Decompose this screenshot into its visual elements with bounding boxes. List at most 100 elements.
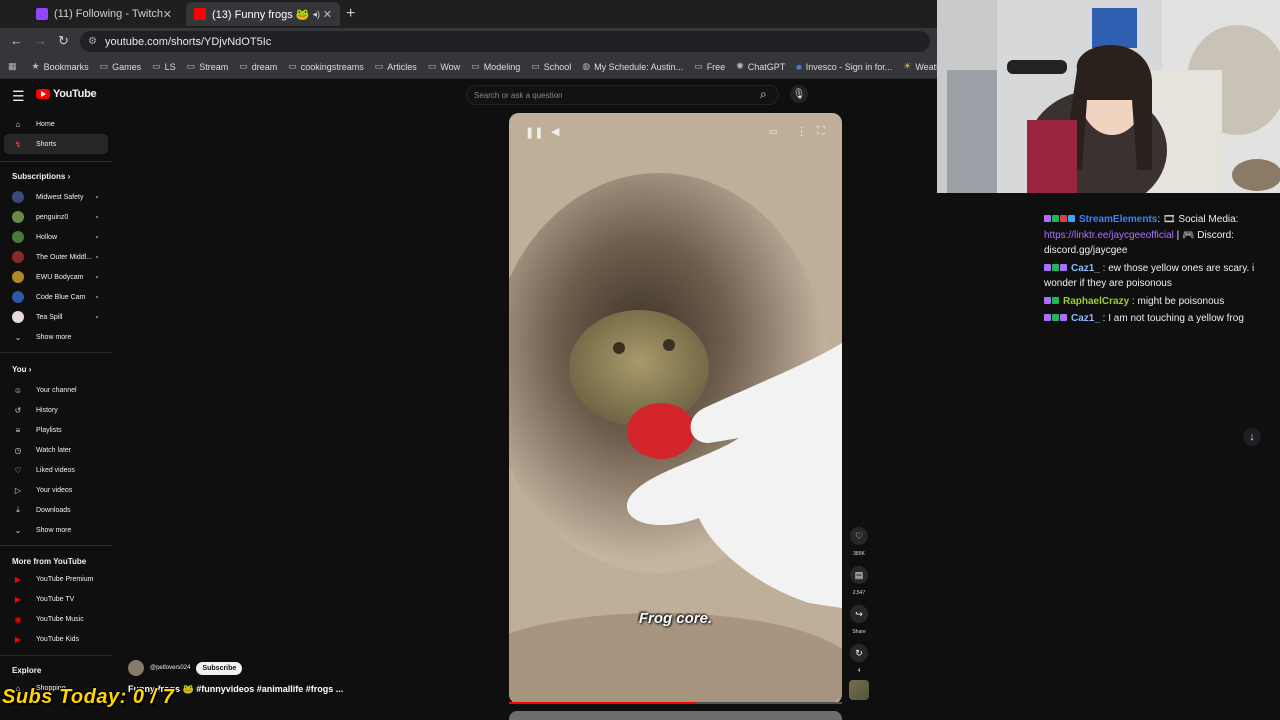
bookmark-item[interactable]: ▭ LS [152, 61, 176, 72]
weather-icon: ☀ [903, 61, 912, 71]
share-button[interactable]: ↪ [850, 605, 868, 623]
sidebar-item-your-channel[interactable]: ☺ Your channel [4, 380, 108, 400]
chat-username[interactable]: RaphaelCrazy [1063, 296, 1129, 307]
chat-username[interactable]: Caz1_ [1071, 263, 1100, 274]
new-content-dot [96, 296, 98, 298]
subscriptions-heading[interactable]: Subscriptions › [12, 172, 70, 181]
captions-icon[interactable]: ▭ [769, 126, 778, 137]
subscribe-button[interactable]: Subscribe [196, 661, 243, 675]
search-icon[interactable]: ⌕ [760, 87, 767, 102]
invesco-icon: ■ [796, 61, 802, 72]
bookmark-item[interactable]: ✺ ChatGPT [736, 61, 785, 72]
chevron-right-icon: › [67, 172, 71, 181]
new-content-dot [96, 276, 98, 278]
avatar[interactable] [128, 660, 144, 676]
bookmark-item[interactable]: ▭ Games [100, 61, 142, 72]
tab-title: (11) Following - Twitch [54, 8, 164, 20]
chat-badges [1044, 311, 1068, 327]
avatar [12, 291, 24, 303]
sidebar-item-playlists[interactable]: ≡ Playlists [4, 420, 108, 440]
bookmark-item[interactable]: ■ Invesco - Sign in for... [796, 62, 892, 72]
sidebar-item-subscription[interactable]: Midwest Safety [4, 187, 108, 207]
sidebar-item-downloads[interactable]: ⤓ Downloads [4, 500, 108, 520]
sidebar-item-subscription[interactable]: The Outer Middl... [4, 247, 108, 267]
show-more-you[interactable]: ⌄ Show more [4, 520, 108, 540]
badge-icon [1052, 263, 1059, 271]
pause-icon[interactable]: ❚❚ [525, 126, 543, 139]
sidebar-item-label: Watch later [36, 446, 72, 454]
new-content-dot [96, 236, 98, 238]
bookmark-item[interactable]: ◍ My Schedule: Austin... [582, 61, 683, 72]
bookmark-item[interactable]: ▭ Articles [375, 61, 417, 72]
youtube-kids-icon: ▶ [14, 634, 22, 644]
next-short-preview[interactable] [509, 711, 842, 720]
remix-button[interactable]: ↻ [850, 644, 868, 662]
scroll-down-button[interactable]: ↓ [1243, 428, 1261, 446]
bookmark-item[interactable]: ▭ Wow [428, 61, 460, 72]
sidebar-item-your-videos[interactable]: ▷ Your videos [4, 480, 108, 500]
sidebar-item-subscription[interactable]: penguinz0 [4, 207, 108, 227]
sidebar-divider [0, 161, 112, 162]
chat-link[interactable]: https://linktr.ee/jaycgeeofficial [1044, 230, 1174, 241]
volume-icon[interactable]: ◀ [551, 125, 559, 138]
shorts-video-player[interactable]: ❚❚ ◀ ▭ ⋮ ⛶ Frog core. [509, 113, 842, 704]
comments-button[interactable]: ▤ [850, 566, 868, 584]
mic-icon[interactable]: 🎙 [790, 85, 808, 103]
like-button[interactable]: ♡ [850, 527, 868, 545]
new-tab-button[interactable]: + [346, 5, 355, 23]
tab-close-icon[interactable]: ✕ [163, 8, 172, 21]
fullscreen-icon[interactable]: ⛶ [817, 125, 825, 138]
menu-icon[interactable]: ☰ [12, 88, 25, 105]
badge-icon [1052, 314, 1059, 321]
sidebar-item-label: Midwest Safety [36, 193, 84, 201]
sidebar-item-youtube-music[interactable]: ◉ YouTube Music [4, 609, 108, 629]
chat-separator: : [1099, 262, 1109, 274]
sidebar-item-subscription[interactable]: EWU Bodycam [4, 267, 108, 287]
sidebar-item-home[interactable]: ⌂ Home [4, 114, 108, 134]
address-bar[interactable]: ⚙ youtube.com/shorts/YDjvNdOT5Ic [80, 31, 930, 52]
bookmark-item[interactable]: ☀Weathe [903, 61, 937, 72]
sidebar-item-youtube-kids[interactable]: ▶ YouTube Kids [4, 629, 108, 649]
video-progress-bar[interactable] [509, 702, 842, 704]
sidebar-item-youtube-tv[interactable]: ▶ YouTube TV [4, 589, 108, 609]
bookmark-item[interactable]: ★ Bookmarks [32, 61, 89, 72]
tab-audio-icon[interactable]: ◂) [312, 9, 320, 20]
apps-icon[interactable]: ▦ [8, 61, 21, 72]
chat-username[interactable]: StreamElements [1079, 214, 1157, 225]
red-ball [627, 403, 695, 459]
youtube-logo[interactable]: YouTube [36, 88, 97, 100]
sidebar-item-subscription[interactable]: Hollow [4, 227, 108, 247]
tab-twitch-following[interactable]: (11) Following - Twitch ✕ [28, 2, 180, 26]
shorts-icon: ↯ [14, 139, 22, 149]
reload-icon[interactable]: ↻ [58, 33, 69, 49]
bookmark-item[interactable]: ▭ School [531, 61, 571, 72]
bookmark-item[interactable]: ▭ Free [694, 61, 725, 72]
sidebar-item-subscription[interactable]: Tea Spill [4, 307, 108, 327]
sidebar-item-liked-videos[interactable]: ♡ Liked videos [4, 460, 108, 480]
bookmark-item[interactable]: ▭ Modeling [471, 61, 520, 72]
sidebar-item-youtube-premium[interactable]: ▶ YouTube Premium [4, 569, 108, 589]
back-icon[interactable]: ← [10, 33, 23, 48]
more-options-icon[interactable]: ⋮ [796, 125, 807, 138]
sidebar-item-shorts[interactable]: ↯ Shorts [4, 134, 108, 154]
sidebar-item-watch-later[interactable]: ◷ Watch later [4, 440, 108, 460]
chevron-down-icon: ⌄ [14, 525, 22, 535]
youtube-tv-icon: ▶ [14, 594, 22, 604]
channel-name[interactable]: @petlovers024 [150, 665, 190, 671]
chat-username[interactable]: Caz1_ [1071, 313, 1100, 324]
tab-youtube-short[interactable]: (13) Funny frogs 🐸 #funny ◂) ✕ [186, 2, 340, 26]
search-input[interactable]: Search or ask a question [466, 85, 779, 105]
bookmark-item[interactable]: ▭ dream [239, 61, 277, 72]
sidebar-item-subscription[interactable]: Code Blue Cam [4, 287, 108, 307]
forward-icon[interactable]: → [34, 33, 47, 48]
tab-close-icon[interactable]: ✕ [323, 8, 332, 21]
bookmark-item[interactable]: ▭ cookingstreams [288, 61, 364, 72]
bookmark-item[interactable]: ▭ Stream [187, 61, 229, 72]
you-heading[interactable]: You › [12, 365, 31, 374]
sound-thumbnail[interactable] [849, 680, 869, 700]
site-info-icon[interactable]: ⚙ [88, 36, 97, 47]
history-icon: ↺ [14, 405, 22, 415]
badge-icon [1052, 296, 1059, 304]
show-more-subscriptions[interactable]: ⌄ Show more [4, 327, 108, 347]
sidebar-item-history[interactable]: ↺ History [4, 400, 108, 420]
